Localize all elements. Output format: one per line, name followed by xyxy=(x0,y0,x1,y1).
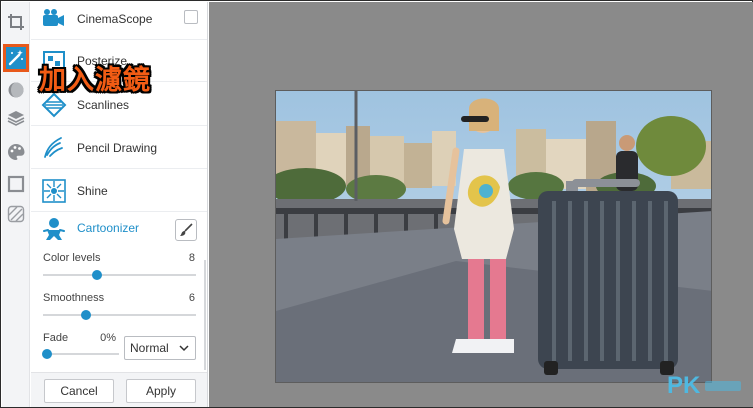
shine-icon xyxy=(41,178,67,204)
active-filter-label: Cartoonizer xyxy=(77,221,140,235)
panel-footer: Cancel Apply xyxy=(31,372,207,407)
filter-item-cartoonizer[interactable]: Cartoonizer xyxy=(31,210,207,248)
layers-tool-button[interactable] xyxy=(4,106,28,130)
frame-tool-button[interactable] xyxy=(4,172,28,196)
brush-icon xyxy=(180,223,193,236)
photo-canvas[interactable] xyxy=(275,90,712,383)
cancel-button[interactable]: Cancel xyxy=(44,379,114,403)
texture-tool-button[interactable] xyxy=(4,202,28,226)
expand-icon[interactable] xyxy=(184,10,198,24)
fade-slider-handle[interactable] xyxy=(42,349,52,359)
film-camera-icon xyxy=(41,6,67,32)
panel-scrollbar[interactable] xyxy=(204,260,206,370)
color-levels-value: 8 xyxy=(188,252,195,264)
fade-label: Fade xyxy=(43,332,69,344)
layers-icon xyxy=(7,111,25,126)
crop-icon xyxy=(8,14,24,30)
pencil-drawing-icon xyxy=(41,135,67,161)
color-levels-slider-handle[interactable] xyxy=(91,270,102,280)
filter-label: Pencil Drawing xyxy=(77,140,158,155)
filter-label: CinemaScope xyxy=(77,11,153,26)
blend-mode-value: Normal xyxy=(130,341,169,355)
brush-button[interactable] xyxy=(175,219,197,241)
apply-button[interactable]: Apply xyxy=(126,379,196,403)
crop-tool-button[interactable] xyxy=(4,10,28,34)
pk-watermark-logo: PK xyxy=(667,372,741,399)
smoothness-value: 6 xyxy=(188,292,195,304)
fade-slider[interactable] xyxy=(42,349,119,359)
cartoonized-photo xyxy=(276,91,711,382)
overlay-caption: 加入濾鏡 xyxy=(39,65,151,95)
app-window: CinemaScope Posterize Scanlines Pencil D… xyxy=(0,0,753,408)
chevron-down-icon xyxy=(179,345,189,352)
filter-item-shine[interactable]: Shine xyxy=(31,170,207,212)
cartoonizer-icon xyxy=(41,216,67,242)
filter-label: Scanlines xyxy=(77,97,130,112)
magic-wand-icon xyxy=(8,50,23,66)
watermark-text: PK xyxy=(667,372,701,399)
smoothness-slider[interactable] xyxy=(43,310,196,320)
color-levels-label: Color levels xyxy=(43,252,101,264)
filter-label: Shine xyxy=(77,183,108,198)
fade-value: 0% xyxy=(100,332,116,344)
palette-tool-button[interactable] xyxy=(4,140,28,164)
tool-strip xyxy=(2,2,30,407)
filter-tool-button[interactable] xyxy=(3,44,29,72)
smoothness-slider-handle[interactable] xyxy=(80,310,91,320)
texture-icon xyxy=(7,205,25,223)
blend-mode-select[interactable]: Normal xyxy=(124,336,196,360)
sticker-icon xyxy=(8,82,24,98)
smoothness-label: Smoothness xyxy=(43,292,105,304)
filter-item-pencil-drawing[interactable]: Pencil Drawing xyxy=(31,127,207,169)
frame-icon xyxy=(7,175,25,193)
color-levels-slider[interactable] xyxy=(43,270,196,280)
sticker-tool-button[interactable] xyxy=(4,78,28,102)
filter-item-cinemascope[interactable]: CinemaScope xyxy=(31,2,207,40)
palette-icon xyxy=(8,144,25,160)
canvas-workspace xyxy=(209,2,753,407)
